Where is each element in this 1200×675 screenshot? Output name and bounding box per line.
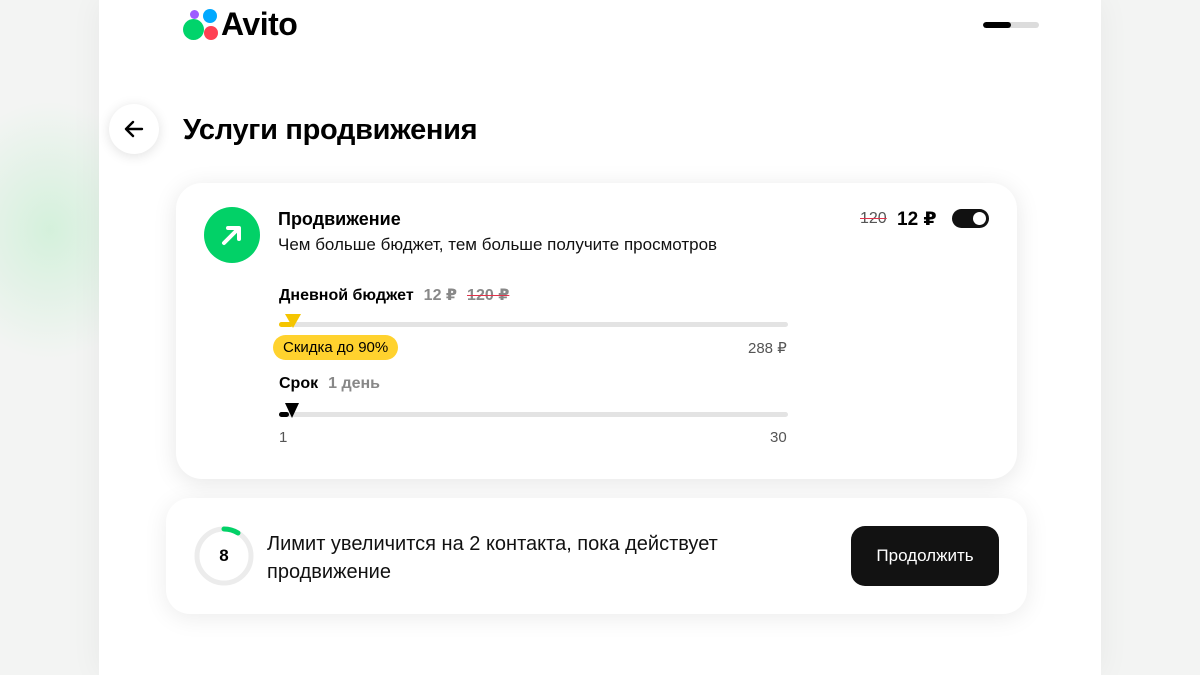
- budget-row: Дневной бюджет 12 ₽ 120 ₽: [279, 285, 509, 305]
- term-row: Срок 1 день: [279, 375, 380, 393]
- avito-logo-icon: [183, 6, 219, 42]
- promotion-card: Продвижение Чем больше бюджет, тем больш…: [176, 183, 1017, 479]
- step-progress-fill: [983, 22, 1011, 28]
- limit-count: 8: [219, 546, 229, 565]
- limit-text: Лимит увеличится на 2 контакта, пока дей…: [267, 533, 718, 583]
- price-old: 120: [860, 210, 887, 227]
- term-min-label: 1: [279, 429, 288, 446]
- term-max-label: 30: [770, 429, 787, 446]
- budget-value-old: 120 ₽: [467, 287, 510, 304]
- avito-logo[interactable]: Avito: [183, 6, 298, 42]
- budget-label: Дневной бюджет: [279, 287, 414, 304]
- continue-button[interactable]: Продолжить: [851, 526, 999, 586]
- promotion-toggle[interactable]: [952, 209, 989, 228]
- limit-card: 8 Лимит увеличится на 2 контакта, пока д…: [166, 498, 1027, 614]
- term-label: Срок: [279, 375, 319, 392]
- price-new: 12 ₽: [897, 209, 937, 230]
- term-value: 1 день: [328, 375, 381, 392]
- term-slider-thumb[interactable]: [285, 403, 299, 418]
- budget-value: 12 ₽: [423, 287, 458, 304]
- discount-badge: Скидка до 90%: [273, 335, 399, 360]
- budget-slider-thumb[interactable]: [285, 314, 301, 328]
- arrow-left-icon: [124, 120, 144, 138]
- term-slider-track[interactable]: [279, 412, 788, 417]
- page-title: Услуги продвижения: [183, 114, 478, 146]
- back-button[interactable]: [109, 104, 159, 154]
- budget-max-label: 288 ₽: [748, 340, 787, 357]
- toggle-knob: [973, 212, 986, 225]
- arrow-up-right-icon: [204, 207, 260, 263]
- budget-slider-track[interactable]: [279, 322, 788, 327]
- promotion-title: Продвижение: [278, 209, 401, 229]
- step-progress-bar: [983, 22, 1039, 28]
- promotion-description: Чем больше бюджет, тем больше получите п…: [278, 235, 718, 254]
- logo-text: Avito: [221, 6, 298, 42]
